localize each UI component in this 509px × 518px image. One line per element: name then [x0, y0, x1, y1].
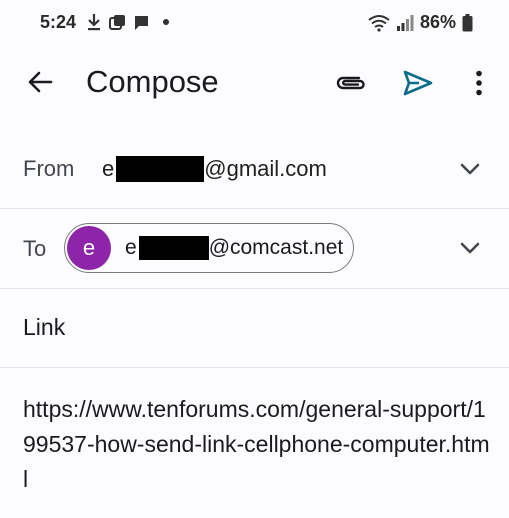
message-icon — [135, 15, 148, 30]
recipient-chip[interactable]: e e @comcast.net — [64, 223, 354, 273]
battery-level: 86% — [419, 12, 456, 32]
attach-icon — [336, 76, 365, 90]
from-expand-button[interactable] — [456, 155, 484, 183]
message-body[interactable]: https://www.tenforums.com/general-suppor… — [23, 392, 493, 497]
to-expand-button[interactable] — [456, 234, 484, 262]
status-time: 5:24 — [40, 12, 77, 32]
back-button[interactable] — [22, 64, 58, 100]
status-system-icons: 86% — [368, 12, 473, 33]
signal-icon — [396, 14, 414, 31]
to-label: To — [23, 236, 47, 261]
subject-row[interactable]: Link — [0, 289, 509, 368]
redaction-block — [138, 236, 209, 260]
app-bar: Compose — [0, 50, 509, 116]
back-arrow-icon — [28, 71, 53, 93]
send-icon — [403, 70, 433, 96]
attach-button[interactable] — [330, 64, 370, 102]
wifi-icon — [368, 14, 390, 32]
chevron-down-icon — [460, 163, 480, 175]
app-icon — [109, 14, 125, 30]
chevron-down-icon — [460, 242, 480, 254]
more-notifications-dot — [163, 19, 169, 25]
recipient-address-prefix: e — [125, 236, 137, 259]
download-icon — [88, 14, 100, 31]
from-address-suffix: @gmail.com — [204, 156, 327, 181]
more-options-button[interactable] — [462, 64, 496, 102]
more-vert-icon — [476, 70, 482, 96]
status-bar: 5:24 86% — [0, 0, 509, 46]
from-address-prefix: e — [102, 156, 115, 181]
battery-icon — [462, 13, 473, 31]
recipient-address-suffix: @comcast.net — [208, 236, 344, 259]
recipient-address: e @comcast.net — [125, 236, 343, 260]
from-row[interactable]: From e @gmail.com — [0, 130, 509, 209]
subject-field[interactable]: Link — [23, 314, 65, 341]
status-notification-icons — [86, 13, 169, 31]
send-button[interactable] — [398, 64, 438, 102]
from-label: From — [23, 156, 75, 181]
from-address: e @gmail.com — [102, 156, 327, 182]
to-row[interactable]: To e e @comcast.net — [0, 209, 509, 289]
page-title: Compose — [86, 64, 219, 99]
avatar: e — [67, 226, 111, 270]
redaction-block — [116, 156, 205, 182]
